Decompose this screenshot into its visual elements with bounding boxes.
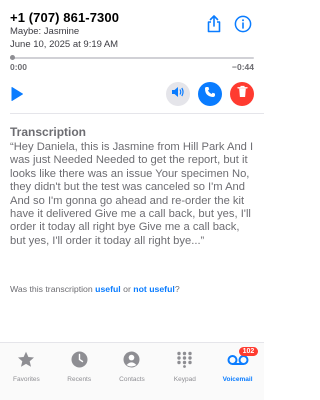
voicemail-header: +1 (707) 861-7300 Maybe: Jasmine June 10…: [10, 10, 254, 52]
not-useful-link[interactable]: not useful: [133, 284, 175, 294]
feedback-prefix: Was this transcription: [10, 284, 96, 294]
tab-contacts[interactable]: Contacts: [106, 343, 159, 400]
clock-icon: [71, 351, 88, 373]
scrubber-track[interactable]: [10, 57, 254, 59]
feedback-or: or: [120, 284, 134, 294]
speaker-icon: [171, 85, 185, 103]
delete-button[interactable]: [230, 82, 254, 106]
tab-recents[interactable]: Recents: [53, 343, 106, 400]
tab-label: Contacts: [119, 376, 145, 383]
info-icon[interactable]: [234, 15, 252, 33]
call-back-button[interactable]: [198, 82, 222, 106]
star-icon: [17, 351, 35, 373]
tab-label: Favorites: [13, 376, 40, 383]
transcription-text: “Hey Daniela, this is Jasmine from Hill …: [10, 141, 254, 247]
playback-controls: [10, 82, 254, 108]
scrubber-knob[interactable]: [10, 55, 15, 60]
trash-icon: [236, 85, 248, 103]
tab-keypad[interactable]: Keypad: [158, 343, 211, 400]
tab-label: Voicemail: [222, 376, 253, 383]
play-icon[interactable]: [10, 86, 24, 107]
useful-link[interactable]: useful: [95, 284, 121, 294]
share-icon[interactable]: [206, 15, 222, 33]
feedback-suffix: ?: [174, 284, 180, 294]
transcription-feedback: Was this transcription useful or not use…: [10, 284, 258, 294]
elapsed-time: 0:00: [10, 62, 28, 72]
divider: [10, 113, 264, 114]
playback-scrubber[interactable]: 0:00 −0:44: [10, 55, 254, 72]
remaining-time: −0:44: [232, 62, 254, 72]
speaker-button[interactable]: [166, 82, 190, 106]
tab-bar: Favorites Recents Contacts Keypad 102 Vo…: [0, 342, 264, 400]
keypad-icon: [176, 351, 193, 373]
voicemail-count-badge: 102: [238, 347, 259, 356]
tab-label: Keypad: [173, 376, 196, 383]
tab-label: Recents: [67, 376, 92, 383]
voicemail-date: June 10, 2025 at 9:19 AM: [10, 39, 119, 50]
tab-voicemail[interactable]: 102 Voicemail: [211, 343, 264, 400]
phone-icon: [204, 85, 216, 103]
tab-favorites[interactable]: Favorites: [0, 343, 53, 400]
person-icon: [123, 351, 140, 373]
transcription-title: Transcription: [10, 125, 87, 139]
